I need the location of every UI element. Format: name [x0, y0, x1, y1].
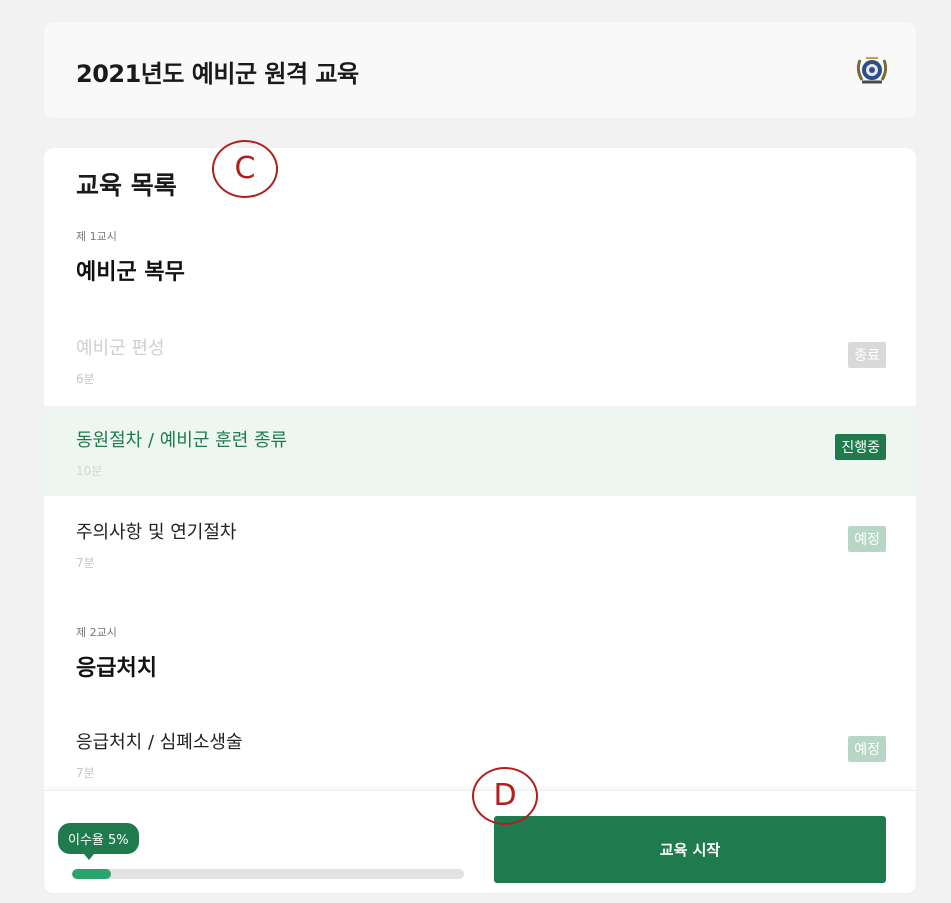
lesson-duration: 6분: [76, 372, 95, 386]
progress-label: 이수율 5%: [58, 823, 139, 860]
progress-bar: [72, 869, 464, 879]
start-education-button[interactable]: 교육 시작: [494, 816, 886, 883]
annotation-d-marker: D: [472, 767, 538, 825]
period-name: 예비군 복무: [76, 260, 185, 285]
lesson-name: 주의사항 및 연기절차: [76, 522, 237, 543]
lesson-name: 예비군 편성: [76, 338, 165, 359]
lesson-name: 동원절차 / 예비군 훈련 종류: [76, 430, 288, 451]
lesson-item[interactable]: 예비군 편성 6분 종료: [44, 314, 916, 404]
lesson-duration: 7분: [76, 556, 95, 570]
status-badge: 예정: [848, 526, 886, 552]
status-badge: 예정: [848, 736, 886, 762]
lesson-item[interactable]: 주의사항 및 연기절차 7분 예정: [44, 498, 916, 588]
status-badge: 종료: [848, 342, 886, 368]
page-title: 2021년도 예비군 원격 교육: [76, 60, 359, 88]
lesson-name: 응급처치 / 심폐소생술: [76, 732, 243, 753]
period-label: 제 1교시: [76, 230, 117, 243]
lesson-item-active[interactable]: 동원절차 / 예비군 훈련 종류 10분 진행중: [44, 406, 916, 496]
annotation-c-marker: C: [212, 140, 278, 198]
status-badge: 진행중: [835, 434, 886, 460]
course-list-title: 교육 목록: [76, 171, 177, 200]
period-name: 응급처치: [76, 656, 157, 681]
reserve-forces-emblem-icon: [856, 57, 888, 84]
header-card: 2021년도 예비군 원격 교육: [44, 22, 916, 118]
lesson-duration: 10분: [76, 464, 103, 478]
period-label: 제 2교시: [76, 626, 117, 639]
progress-fill: [72, 869, 112, 879]
lesson-duration: 7분: [76, 766, 95, 780]
